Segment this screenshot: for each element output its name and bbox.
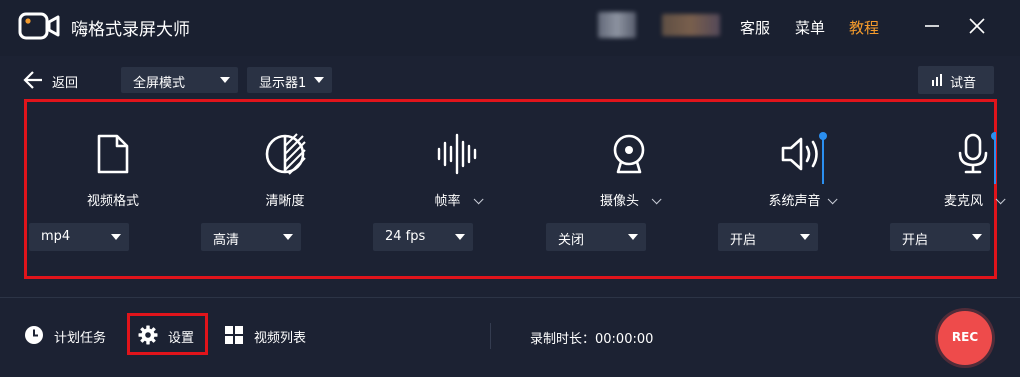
gear-icon — [138, 325, 158, 345]
chevron-down-icon[interactable] — [473, 194, 484, 205]
frame-rate-select[interactable]: 24 fps — [373, 223, 473, 251]
grid-icon — [225, 326, 243, 344]
customer-service-link[interactable]: 客服 — [740, 17, 770, 38]
webcam-select[interactable]: 关闭 — [546, 223, 646, 251]
video-format-option: 视频格式 mp4 — [27, 102, 199, 276]
microphone-option: 麦克风 开启 — [887, 102, 1020, 276]
caret-down-icon — [455, 234, 465, 240]
caret-down-icon — [111, 234, 121, 240]
back-button[interactable]: 返回 — [22, 68, 92, 92]
scheduled-task-label: 计划任务 — [54, 331, 107, 346]
tutorial-link[interactable]: 教程 — [849, 17, 879, 38]
video-format-value: mp4 — [41, 229, 71, 244]
mode-select-value: 全屏模式 — [133, 76, 186, 91]
system-sound-select[interactable]: 开启 — [718, 223, 818, 251]
back-label: 返回 — [52, 76, 79, 91]
webcam-icon — [613, 134, 645, 174]
chevron-down-icon[interactable] — [827, 194, 838, 205]
recording-options-panel: 视频格式 mp4 清晰度 高清 帧率 24 fps 摄像头 关闭 系统声音 开启… — [24, 99, 1006, 279]
volume-track — [994, 136, 996, 184]
webcam-label[interactable]: 摄像头 — [543, 190, 715, 209]
volume-knob[interactable] — [819, 132, 827, 140]
clarity-option: 清晰度 高清 — [199, 102, 371, 276]
video-list-label: 视频列表 — [254, 331, 307, 346]
microphone-value: 开启 — [902, 233, 929, 248]
record-button[interactable]: REC — [938, 311, 992, 365]
chevron-down-icon[interactable] — [651, 194, 662, 205]
webcam-value: 关闭 — [558, 233, 585, 248]
chevron-down-icon[interactable] — [995, 194, 1006, 205]
clarity-icon — [265, 133, 306, 175]
recording-duration: 录制时长：00:00:00 — [530, 332, 654, 347]
file-icon — [97, 134, 129, 174]
menu-link[interactable]: 菜单 — [795, 17, 825, 38]
record-label: REC — [951, 330, 979, 344]
caret-down-icon — [972, 234, 982, 240]
clarity-label: 清晰度 — [265, 194, 305, 209]
waveform-icon — [437, 133, 477, 175]
caret-down-icon — [283, 234, 293, 240]
title-bar: 嗨格式录屏大师 客服 菜单 教程 — [0, 0, 1020, 56]
settings-label: 设置 — [168, 331, 195, 346]
system-volume-slider[interactable] — [818, 132, 828, 184]
caret-down-icon — [220, 77, 230, 83]
avatar[interactable] — [598, 12, 636, 38]
clarity-value: 高清 — [213, 233, 240, 248]
speaker-icon — [781, 137, 818, 171]
test-audio-button[interactable]: 试音 — [918, 66, 994, 94]
microphone-volume-slider[interactable] — [990, 132, 996, 184]
caret-down-icon — [800, 234, 810, 240]
system-sound-label[interactable]: 系统声音 — [715, 190, 887, 209]
arrow-left-icon — [23, 71, 42, 89]
display-select[interactable]: 显示器1 — [247, 67, 332, 93]
microphone-select[interactable]: 开启 — [890, 223, 990, 251]
system-sound-value: 开启 — [730, 233, 757, 248]
microphone-label[interactable]: 麦克风 — [887, 190, 1020, 209]
mode-select[interactable]: 全屏模式 — [121, 67, 238, 93]
frame-rate-value: 24 fps — [385, 229, 426, 244]
video-format-label: 视频格式 — [86, 194, 139, 209]
volume-track — [822, 136, 824, 184]
display-select-value: 显示器1 — [259, 76, 307, 91]
microphone-icon — [958, 133, 988, 174]
clarity-select[interactable]: 高清 — [201, 223, 301, 251]
clock-icon — [25, 326, 43, 344]
settings-button[interactable]: 设置 — [138, 323, 204, 347]
minimize-icon[interactable] — [918, 12, 946, 40]
video-format-select[interactable]: mp4 — [29, 223, 129, 251]
caret-down-icon — [628, 234, 638, 240]
test-audio-label: 试音 — [950, 76, 977, 91]
close-icon[interactable] — [963, 12, 991, 40]
frame-rate-label[interactable]: 帧率 — [371, 190, 543, 209]
video-list-button[interactable]: 视频列表 — [224, 323, 314, 347]
volume-knob[interactable] — [991, 132, 996, 140]
divider — [0, 297, 1020, 298]
camera-logo-icon — [18, 12, 60, 40]
username-blurred[interactable] — [662, 14, 720, 36]
frame-rate-option: 帧率 24 fps — [371, 102, 543, 276]
webcam-option: 摄像头 关闭 — [543, 102, 715, 276]
audio-bars-icon — [932, 74, 942, 86]
scheduled-task-button[interactable]: 计划任务 — [24, 323, 114, 347]
app-title: 嗨格式录屏大师 — [71, 20, 190, 40]
caret-down-icon — [314, 77, 324, 83]
vertical-divider — [490, 323, 491, 349]
system-sound-option: 系统声音 开启 — [715, 102, 887, 276]
